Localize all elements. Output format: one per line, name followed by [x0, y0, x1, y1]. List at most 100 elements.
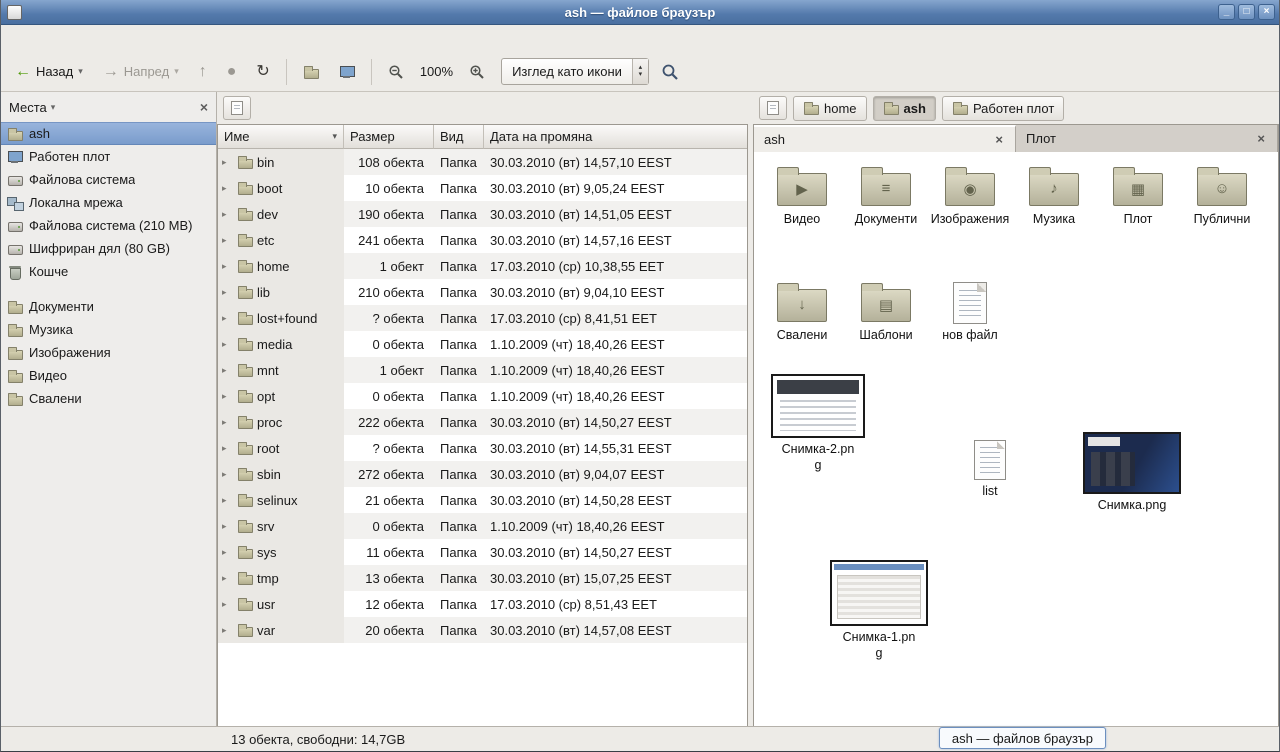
minimize-button[interactable]: _	[1218, 4, 1235, 20]
table-row[interactable]: ▸ dev 190 обекта Папка 30.03.2010 (вт) 1…	[218, 201, 747, 227]
expander-icon[interactable]: ▸	[222, 443, 233, 454]
expander-icon[interactable]: ▸	[222, 469, 233, 480]
forward-button[interactable]: → Напред ▾	[95, 57, 187, 87]
sidebar-item[interactable]: Работен плот	[1, 145, 216, 168]
sidebar-title[interactable]: Места	[9, 100, 47, 115]
table-row[interactable]: ▸ mnt 1 обект Папка 1.10.2009 (чт) 18,40…	[218, 357, 747, 383]
sidebar-item[interactable]: Шифриран дял (80 GB)	[1, 237, 216, 260]
expander-icon[interactable]: ▸	[222, 495, 233, 506]
column-header-type[interactable]: Вид	[434, 125, 484, 149]
stop-button[interactable]: ●	[219, 57, 245, 87]
expander-icon[interactable]: ▸	[222, 391, 233, 402]
expander-icon[interactable]: ▸	[222, 209, 233, 220]
breadcrumb-button[interactable]: home	[793, 96, 867, 121]
expander-icon[interactable]: ▸	[222, 417, 233, 428]
view-mode-select[interactable]: Изглед като икони ▴▾	[501, 58, 649, 85]
zoom-in-button[interactable]	[461, 57, 493, 87]
table-row[interactable]: ▸ srv 0 обекта Папка 1.10.2009 (чт) 18,4…	[218, 513, 747, 539]
table-row[interactable]: ▸ etc 241 обекта Папка 30.03.2010 (вт) 1…	[218, 227, 747, 253]
table-row[interactable]: ▸ boot 10 обекта Папка 30.03.2010 (вт) 9…	[218, 175, 747, 201]
expander-icon[interactable]: ▸	[222, 157, 233, 168]
sidebar-item[interactable]: Кошче	[1, 260, 216, 283]
expander-icon[interactable]: ▸	[222, 339, 233, 350]
tab[interactable]: ash ×	[754, 125, 1016, 152]
menu-item[interactable]	[67, 36, 85, 42]
sidebar-bookmark-item[interactable]: Музика	[1, 318, 216, 341]
expander-icon[interactable]: ▸	[222, 573, 233, 584]
tab-close-button[interactable]: ×	[1255, 131, 1267, 146]
sidebar-item[interactable]: Файлова система	[1, 168, 216, 191]
sidebar-bookmark-item[interactable]: Видео	[1, 364, 216, 387]
table-row[interactable]: ▸ root ? обекта Папка 30.03.2010 (вт) 14…	[218, 435, 747, 461]
expander-icon[interactable]: ▸	[222, 287, 233, 298]
folder-item[interactable]: нов файл	[928, 280, 1012, 344]
folder-item[interactable]: ▦ Плот	[1096, 164, 1180, 228]
menu-item[interactable]	[7, 36, 25, 42]
expander-icon[interactable]: ▸	[222, 235, 233, 246]
breadcrumb-root-button[interactable]	[759, 96, 787, 120]
table-row[interactable]: ▸ sys 11 обекта Папка 30.03.2010 (вт) 14…	[218, 539, 747, 565]
home-button[interactable]	[295, 57, 327, 87]
table-row[interactable]: ▸ opt 0 обекта Папка 1.10.2009 (чт) 18,4…	[218, 383, 747, 409]
folder-item[interactable]: ☺ Публични	[1180, 164, 1264, 228]
up-button[interactable]: ↑	[191, 57, 215, 87]
maximize-button[interactable]: □	[1238, 4, 1255, 20]
sidebar-item[interactable]: Локална мрежа	[1, 191, 216, 214]
table-row[interactable]: ▸ proc 222 обекта Папка 30.03.2010 (вт) …	[218, 409, 747, 435]
table-row[interactable]: ▸ sbin 272 обекта Папка 30.03.2010 (вт) …	[218, 461, 747, 487]
file-item[interactable]: Снимка-1.png	[824, 560, 934, 661]
taskbar-window-button[interactable]: ash — файлов браузър	[939, 727, 1106, 749]
sidebar-item[interactable]: Файлова система (210 MB)	[1, 214, 216, 237]
back-button[interactable]: ← Назад ▾	[7, 57, 91, 87]
tab[interactable]: Плот ×	[1016, 125, 1278, 152]
expander-icon[interactable]: ▸	[222, 625, 233, 636]
breadcrumb-button[interactable]: Работен плот	[942, 96, 1064, 121]
file-item[interactable]: Снимка.png	[1072, 432, 1192, 514]
icon-view[interactable]: ▶ Видео ≡ Документи ◉ Изображения ♪ Музи…	[753, 152, 1279, 726]
search-button[interactable]	[653, 57, 687, 87]
reload-button[interactable]: ↻	[248, 57, 277, 87]
expander-icon[interactable]: ▸	[222, 365, 233, 376]
column-header-name[interactable]: Име ▾	[218, 125, 344, 149]
table-row[interactable]: ▸ usr 12 обекта Папка 17.03.2010 (ср) 8,…	[218, 591, 747, 617]
menu-item[interactable]	[47, 36, 65, 42]
file-item[interactable]: list	[954, 440, 1026, 500]
menu-item[interactable]	[87, 36, 105, 42]
sidebar-close-button[interactable]: ×	[200, 99, 208, 115]
menu-item[interactable]	[27, 36, 45, 42]
sidebar-bookmark-item[interactable]: Изображения	[1, 341, 216, 364]
folder-item[interactable]: ↓ Свалени	[760, 280, 844, 344]
column-header-date[interactable]: Дата на промяна	[484, 125, 747, 149]
expander-icon[interactable]: ▸	[222, 313, 233, 324]
expander-icon[interactable]: ▸	[222, 521, 233, 532]
table-row[interactable]: ▸ lost+found ? обекта Папка 17.03.2010 (…	[218, 305, 747, 331]
file-item[interactable]: Снимка-2.png	[764, 374, 872, 473]
folder-item[interactable]: ♪ Музика	[1012, 164, 1096, 228]
table-row[interactable]: ▸ media 0 обекта Папка 1.10.2009 (чт) 18…	[218, 331, 747, 357]
folder-item[interactable]: ▶ Видео	[760, 164, 844, 228]
zoom-out-button[interactable]	[380, 57, 412, 87]
folder-item[interactable]: ≡ Документи	[844, 164, 928, 228]
expander-icon[interactable]: ▸	[222, 599, 233, 610]
tab-close-button[interactable]: ×	[993, 132, 1005, 147]
table-row[interactable]: ▸ bin 108 обекта Папка 30.03.2010 (вт) 1…	[218, 149, 747, 175]
expander-icon[interactable]: ▸	[222, 183, 233, 194]
column-header-size[interactable]: Размер	[344, 125, 434, 149]
expander-icon[interactable]: ▸	[222, 547, 233, 558]
expander-icon[interactable]: ▸	[222, 261, 233, 272]
sidebar-bookmark-item[interactable]: Документи	[1, 295, 216, 318]
table-row[interactable]: ▸ var 20 обекта Папка 30.03.2010 (вт) 14…	[218, 617, 747, 643]
folder-item[interactable]: ▤ Шаблони	[844, 280, 928, 344]
sidebar-bookmark-item[interactable]: Свалени	[1, 387, 216, 410]
breadcrumb-button[interactable]: ash	[873, 96, 936, 121]
table-row[interactable]: ▸ home 1 обект Папка 17.03.2010 (ср) 10,…	[218, 253, 747, 279]
spinner-icon[interactable]: ▴▾	[632, 59, 648, 84]
folder-item[interactable]: ◉ Изображения	[928, 164, 1012, 228]
titlebar[interactable]: ash — файлов браузър _ □ ×	[1, 0, 1279, 25]
table-row[interactable]: ▸ tmp 13 обекта Папка 30.03.2010 (вт) 15…	[218, 565, 747, 591]
table-row[interactable]: ▸ selinux 21 обекта Папка 30.03.2010 (вт…	[218, 487, 747, 513]
location-button[interactable]	[223, 96, 251, 120]
menu-item[interactable]	[107, 36, 125, 42]
table-row[interactable]: ▸ lib 210 обекта Папка 30.03.2010 (вт) 9…	[218, 279, 747, 305]
close-button[interactable]: ×	[1258, 4, 1275, 20]
